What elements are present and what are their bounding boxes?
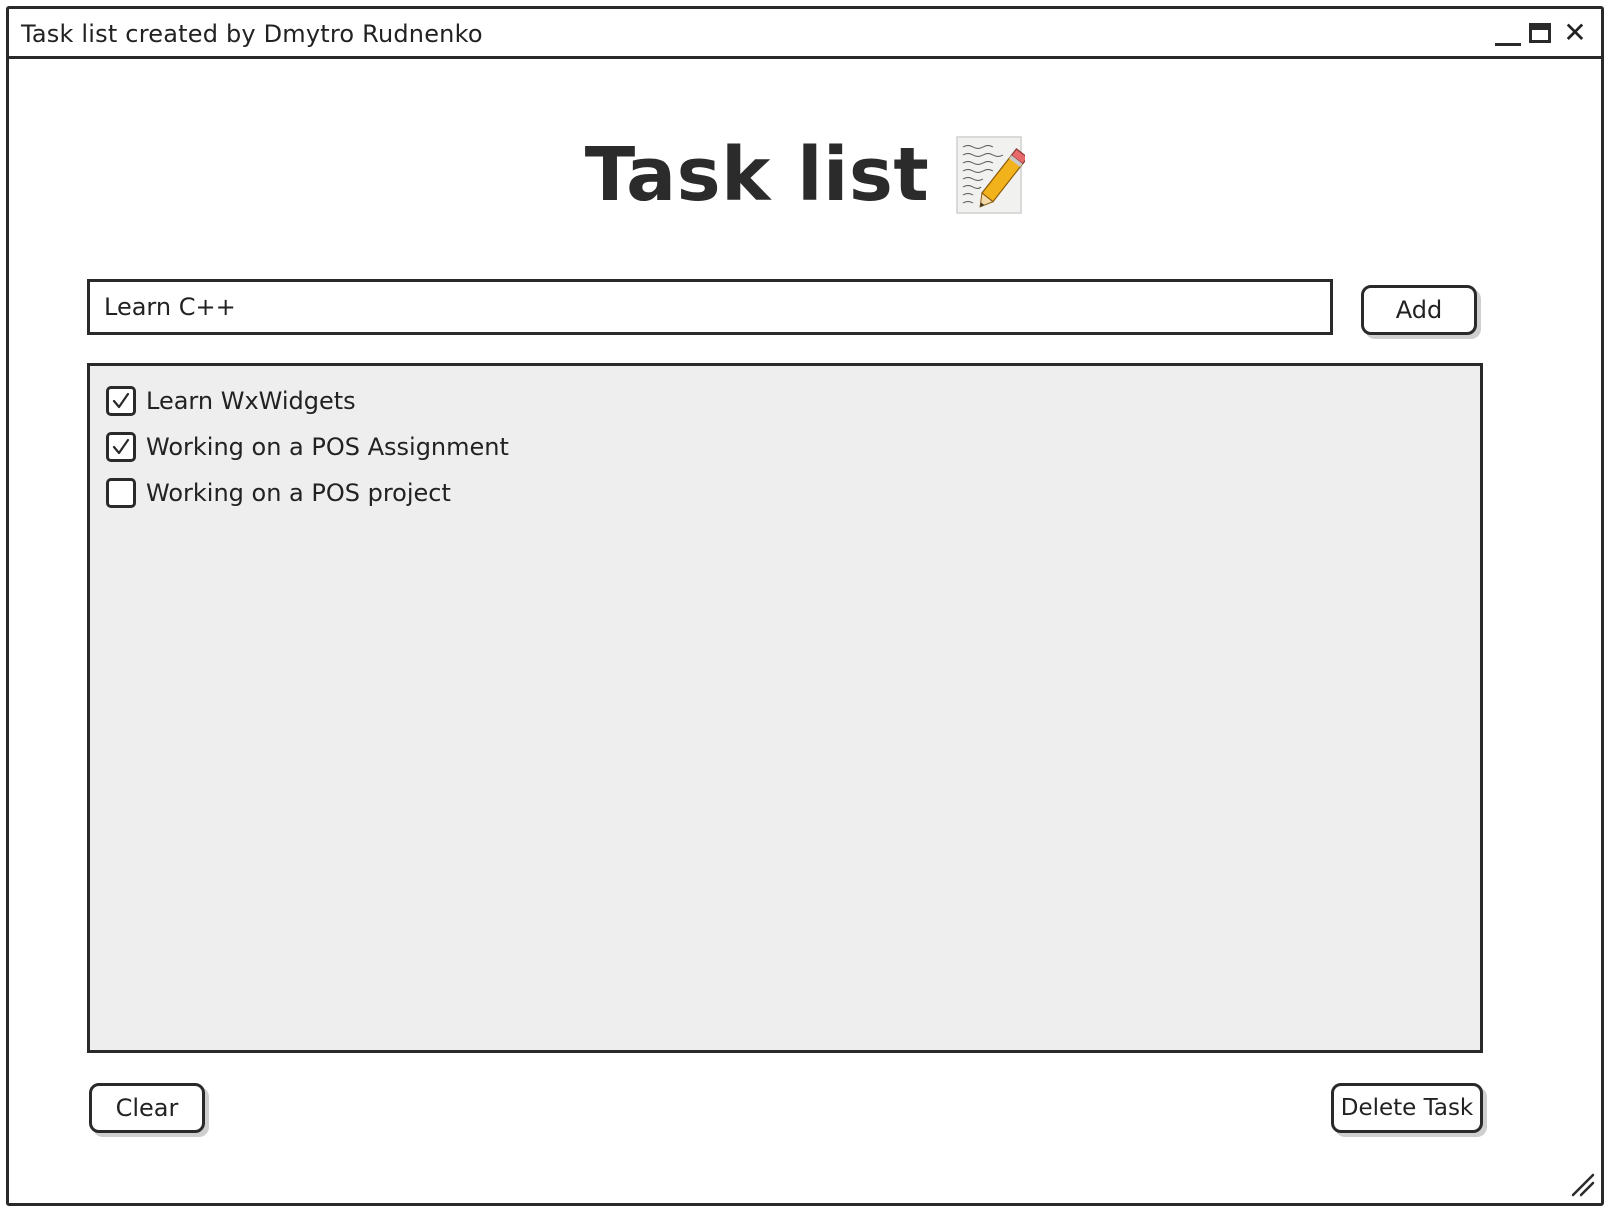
- maximize-icon[interactable]: [1525, 18, 1557, 50]
- list-item[interactable]: Working on a POS project: [106, 470, 1480, 516]
- add-button[interactable]: Add: [1361, 285, 1477, 335]
- list-item[interactable]: Learn WxWidgets: [106, 378, 1480, 424]
- task-input[interactable]: [87, 279, 1333, 335]
- title-bar[interactable]: Task list created by Dmytro Rudnenko ✕: [9, 9, 1601, 59]
- task-label: Learn WxWidgets: [146, 387, 356, 415]
- app-window: Task list created by Dmytro Rudnenko ✕ T…: [6, 6, 1604, 1206]
- task-label: Working on a POS project: [146, 479, 451, 507]
- page-title: Task list: [584, 132, 930, 218]
- task-label: Working on a POS Assignment: [146, 433, 509, 461]
- minimize-icon[interactable]: [1491, 18, 1523, 50]
- task-list[interactable]: Learn WxWidgets Working on a POS Assignm…: [87, 363, 1483, 1053]
- close-icon[interactable]: ✕: [1559, 16, 1591, 50]
- window-title: Task list created by Dmytro Rudnenko: [21, 20, 483, 48]
- resize-grip-icon[interactable]: [1569, 1171, 1595, 1197]
- memo-icon: [955, 135, 1029, 215]
- list-item[interactable]: Working on a POS Assignment: [106, 424, 1480, 470]
- checkbox-checked-icon[interactable]: [106, 386, 136, 416]
- checkbox-checked-icon[interactable]: [106, 432, 136, 462]
- checkbox-unchecked-icon[interactable]: [106, 478, 136, 508]
- clear-button[interactable]: Clear: [89, 1083, 205, 1133]
- heading-row: Task list: [9, 127, 1601, 223]
- delete-task-button[interactable]: Delete Task: [1331, 1083, 1483, 1133]
- window-controls: ✕: [1491, 16, 1591, 51]
